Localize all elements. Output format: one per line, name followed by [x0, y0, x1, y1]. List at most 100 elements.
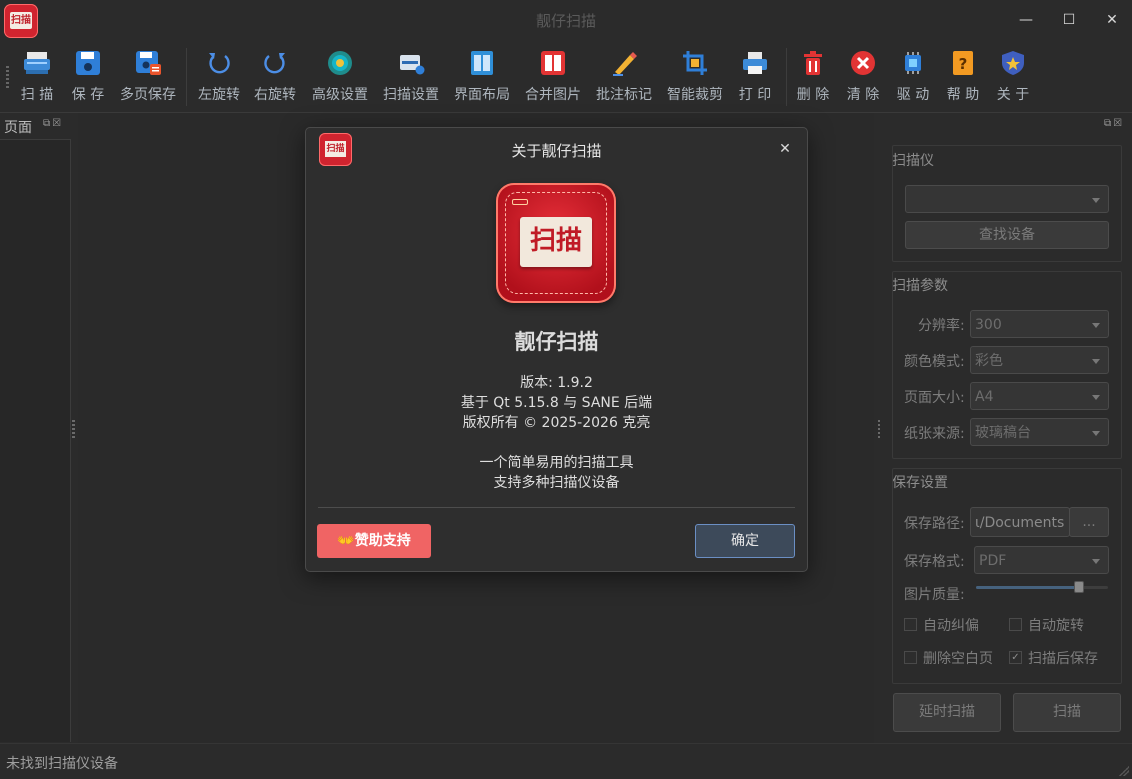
find-device-button[interactable]: 查找设备 [905, 221, 1109, 249]
save-after-scan-label: 扫描后保存 [1028, 651, 1098, 667]
chevron-down-icon [1092, 323, 1100, 328]
sponsor-button[interactable]: 👐赞助支持 [317, 524, 431, 558]
version-text: 版本: 1.9.2 [520, 375, 593, 391]
chevron-down-icon [1092, 559, 1100, 564]
toolbar-help-button[interactable]: ? 帮 助 [942, 46, 984, 108]
description-line-1: 一个简单易用的扫描工具 [479, 455, 634, 471]
about-dialog: 扫描 关于靓仔扫描 ✕ 扫描 靓仔扫描 版本: 1.9.2 基于 Qt 5.15… [305, 127, 808, 572]
minimize-button[interactable]: — [1013, 8, 1039, 32]
maximize-button[interactable]: ☐ [1056, 8, 1082, 32]
status-text: 未找到扫描仪设备 [6, 756, 118, 772]
chevron-down-icon [1092, 198, 1100, 203]
window-title: 靓仔扫描 [535, 12, 596, 30]
left-splitter-handle[interactable] [72, 420, 75, 438]
app-large-logo-icon: 扫描 [496, 183, 616, 303]
toolbar-crop-button[interactable]: 智能裁剪 [665, 46, 725, 108]
scanner-icon [23, 49, 51, 77]
color-mode-select[interactable]: 彩色 [970, 346, 1109, 374]
auto-rotate-label: 自动旋转 [1028, 618, 1084, 634]
image-quality-slider[interactable] [976, 581, 1108, 593]
auto-rotate-checkbox[interactable] [1009, 618, 1022, 631]
scanner-device-select[interactable] [905, 185, 1109, 213]
toolbar-rotate-right-button[interactable]: 右旋转 [252, 46, 298, 108]
image-quality-label: 图片质量: [904, 587, 965, 603]
page-size-select[interactable]: A4 [970, 382, 1109, 410]
toolbar-separator [786, 48, 787, 106]
crop-icon [681, 49, 709, 77]
save-after-scan-checkbox[interactable]: ✓ [1009, 651, 1022, 664]
save-format-select[interactable]: PDF [974, 546, 1109, 574]
toolbar-driver-button[interactable]: 驱 动 [892, 46, 934, 108]
scan-button[interactable]: 扫描 [1013, 693, 1121, 732]
save-path-input[interactable]: ɩ/Documents [970, 507, 1070, 537]
toolbar-annotate-button[interactable]: 批注标记 [594, 46, 654, 108]
delay-scan-button[interactable]: 延时扫描 [893, 693, 1001, 732]
pages-panel: 页面 ⧉☒ [0, 113, 73, 743]
multipage-save-icon [134, 49, 162, 77]
toolbar-about-button[interactable]: 关 于 [992, 46, 1034, 108]
slider-handle[interactable] [1073, 581, 1084, 593]
toolbar-clear-button[interactable]: 清 除 [842, 46, 884, 108]
toolbar-rotate-left-button[interactable]: 左旋转 [196, 46, 242, 108]
title-bar: 扫描 靓仔扫描 — ☐ ✕ [0, 0, 1132, 40]
size-grip[interactable] [1119, 766, 1129, 776]
page-size-label: 页面大小: [904, 390, 965, 406]
paper-source-select[interactable]: 玻璃稿台 [970, 418, 1109, 446]
toolbar-advanced-settings-button[interactable]: 高级设置 [310, 46, 370, 108]
pages-panel-float-close-icons[interactable]: ⧉☒ [43, 118, 63, 129]
merge-images-icon [539, 49, 567, 77]
chevron-down-icon [1092, 359, 1100, 364]
printer-icon [741, 49, 769, 77]
resolution-label: 分辨率: [918, 318, 965, 334]
remove-blank-label: 删除空白页 [923, 651, 993, 667]
toolbar-grip[interactable] [6, 66, 9, 88]
annotate-icon [610, 49, 638, 77]
save-icon [74, 49, 102, 77]
toolbar-separator [186, 48, 187, 106]
toolbar-scan-button[interactable]: 扫 描 [14, 46, 60, 108]
chevron-down-icon [1092, 395, 1100, 400]
toolbar-scan-settings-button[interactable]: 扫描设置 [381, 46, 441, 108]
toolbar-layout-button[interactable]: 界面布局 [452, 46, 512, 108]
dialog-close-button[interactable]: ✕ [776, 140, 794, 158]
status-bar: 未找到扫描仪设备 [0, 743, 1132, 779]
ok-button[interactable]: 确定 [695, 524, 795, 558]
clear-icon [849, 49, 877, 77]
toolbar-delete-button[interactable]: 删 除 [792, 46, 834, 108]
toolbar-save-button[interactable]: 保 存 [66, 46, 110, 108]
settings-panel-float-close-icons[interactable]: ⧉☒ [1104, 118, 1124, 129]
page-list[interactable] [0, 139, 71, 742]
rotate-left-icon [205, 49, 233, 77]
paper-source-label: 纸张来源: [904, 426, 965, 442]
based-on-text: 基于 Qt 5.15.8 与 SANE 后端 [460, 395, 653, 411]
help-icon: ? [949, 49, 977, 77]
scan-settings-icon [397, 49, 425, 77]
layout-icon [468, 49, 496, 77]
toolbar-print-button[interactable]: 打 印 [734, 46, 776, 108]
slider-fill [976, 586, 1079, 589]
advanced-settings-icon [326, 49, 354, 77]
toolbar-multipage-save-button[interactable]: 多页保存 [118, 46, 178, 108]
resolution-select[interactable]: 300 [970, 310, 1109, 338]
color-mode-label: 颜色模式: [904, 354, 965, 370]
dialog-title: 关于靓仔扫描 [511, 142, 602, 160]
app-name: 靓仔扫描 [514, 330, 599, 354]
toolbar-merge-images-button[interactable]: 合并图片 [523, 46, 583, 108]
toolbar: 扫 描 保 存 多页保存 左旋转 右旋转 高级设置 扫描设置 界面布局 合并图片… [0, 40, 1132, 113]
remove-blank-checkbox[interactable] [904, 651, 917, 664]
svg-text:?: ? [959, 55, 968, 73]
save-path-label: 保存路径: [904, 516, 965, 532]
dialog-separator [318, 507, 795, 508]
pages-panel-title: 页面 [4, 120, 32, 136]
settings-panel: ⧉☒ 扫描仪 查找设备 扫描参数 分辨率: 300 颜色模式: 彩色 页面大小:… [880, 113, 1132, 743]
save-format-label: 保存格式: [904, 554, 965, 570]
close-button[interactable]: ✕ [1099, 8, 1125, 32]
rotate-right-icon [261, 49, 289, 77]
description-line-2: 支持多种扫描仪设备 [493, 475, 620, 491]
chevron-down-icon [1092, 431, 1100, 436]
auto-deskew-label: 自动纠偏 [923, 618, 979, 634]
driver-icon [899, 49, 927, 77]
browse-path-button[interactable]: ... [1069, 507, 1109, 537]
auto-deskew-checkbox[interactable] [904, 618, 917, 631]
trash-icon [799, 49, 827, 77]
